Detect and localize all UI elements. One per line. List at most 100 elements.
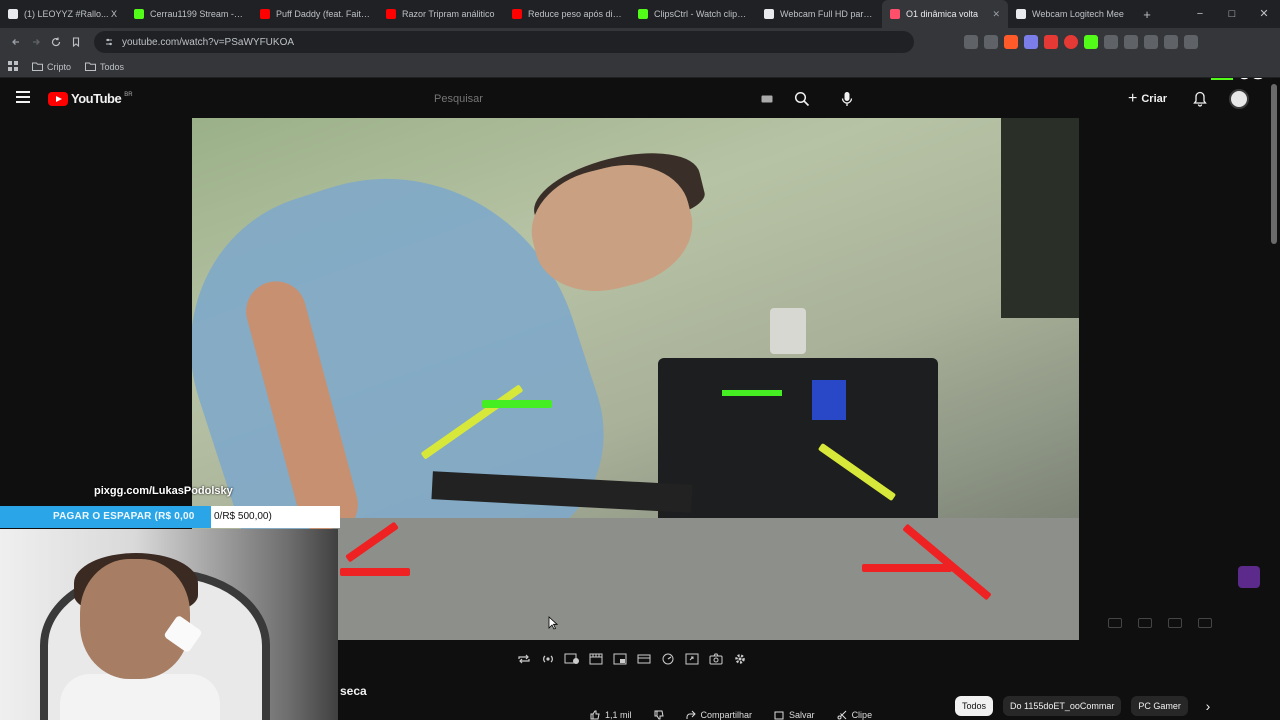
share-button[interactable]: Compartilhar <box>686 710 752 720</box>
bookmark-folder-cripto[interactable]: Cripto <box>32 62 71 72</box>
browser-tab[interactable]: Razor Tripram análitico <box>378 0 504 28</box>
back-button[interactable] <box>6 32 26 52</box>
tab-title: Webcam Logitech Mee <box>1032 9 1124 19</box>
like-count: 1,1 mil <box>605 710 632 720</box>
scissors-icon <box>837 710 846 720</box>
minimize-button[interactable]: − <box>1184 0 1216 28</box>
voice-search-button[interactable] <box>837 89 857 109</box>
profile-icon[interactable] <box>1184 35 1198 49</box>
extension-icon[interactable] <box>1104 35 1118 49</box>
video-scene-led-strip <box>862 564 952 572</box>
browser-tab[interactable]: Webcam Full HD para Vi <box>756 0 882 28</box>
address-bar-row: youtube.com/watch?v=PSaWYFUKOA K 68 <box>0 28 1280 88</box>
video-scene-led-strip <box>340 568 410 576</box>
browser-tab[interactable]: O1 dinâmica volta ✕ <box>882 0 1008 28</box>
settings-gear-icon[interactable] <box>732 652 748 666</box>
site-settings-icon[interactable] <box>104 37 114 47</box>
media-icon[interactable] <box>1164 35 1178 49</box>
video-title: seca <box>340 684 367 698</box>
reload-button[interactable] <box>46 32 66 52</box>
sidebar-icon[interactable] <box>1144 35 1158 49</box>
save-label: Salvar <box>789 710 815 720</box>
fullscreen-icon[interactable] <box>1198 618 1212 628</box>
clip-button[interactable]: Clipe <box>837 710 873 720</box>
miniplayer-icon[interactable] <box>1168 618 1182 628</box>
folder-icon <box>85 62 97 71</box>
extension-icon[interactable] <box>1024 35 1038 49</box>
chip-pc-gamer[interactable]: PC Gamer <box>1131 696 1188 716</box>
speed-icon[interactable] <box>660 652 676 666</box>
tab-favicon-icon <box>638 9 648 19</box>
browser-tab[interactable]: Cerrau1199 Stream - Wa <box>126 0 252 28</box>
tab-favicon-icon <box>764 9 774 19</box>
loop-icon[interactable] <box>516 652 532 666</box>
floating-widget-icon[interactable] <box>1238 566 1260 588</box>
search-input[interactable] <box>424 88 754 110</box>
streamer-webcam <box>0 529 338 720</box>
like-button[interactable]: 1,1 mil <box>590 710 632 720</box>
tab-list: (1) LEOYYZ #Rallo... X Cerrau1199 Stream … <box>0 0 1134 28</box>
chevron-right-icon[interactable]: › <box>1198 696 1218 716</box>
bookmark-label: Todos <box>100 61 125 72</box>
tab-title: ClipsCtrl - Watch clips on <box>654 9 748 19</box>
browser-tab[interactable]: Reduce peso após diuci <box>504 0 630 28</box>
video-scene-case-fan <box>812 380 846 420</box>
share-icon[interactable] <box>984 35 998 49</box>
browser-tab[interactable]: ClipsCtrl - Watch clips on <box>630 0 756 28</box>
menu-icon[interactable] <box>16 91 30 103</box>
extensions-puzzle-icon[interactable] <box>1124 35 1138 49</box>
maximize-button[interactable]: □ <box>1216 0 1248 28</box>
keyboard-icon[interactable] <box>757 89 777 109</box>
search-button[interactable] <box>792 89 812 109</box>
avatar[interactable] <box>1229 89 1249 109</box>
video-settings-icon[interactable] <box>564 652 580 666</box>
reload-icon <box>51 37 61 47</box>
chip-channel[interactable]: Do 1155doET_ooCommar <box>1003 696 1122 716</box>
video-scene-led-strip <box>482 400 552 408</box>
brave-shield-icon[interactable] <box>1004 35 1018 49</box>
extension-icon[interactable] <box>1044 35 1058 49</box>
bookmark-page-button[interactable] <box>66 32 86 52</box>
tab-favicon-icon <box>512 9 522 19</box>
youtube-logo[interactable]: YouTube BR <box>48 91 133 106</box>
bookmark-folder-todos[interactable]: Todos <box>85 62 124 72</box>
autoplay-icon[interactable] <box>1138 618 1152 628</box>
close-window-button[interactable]: ✕ <box>1248 0 1280 28</box>
plus-icon: + <box>1128 90 1138 107</box>
folder-icon <box>32 62 43 71</box>
page-scrollbar[interactable] <box>1271 84 1277 244</box>
browser-tab-strip: (1) LEOYYZ #Rallo... X Cerrau1199 Stream … <box>0 0 1280 28</box>
webcam-shirt <box>60 674 220 720</box>
tab-title: Webcam Full HD para Vi <box>780 9 874 19</box>
apps-grid-icon[interactable] <box>8 60 18 73</box>
picture-in-picture-icon[interactable] <box>612 652 628 666</box>
subtitles-icon[interactable] <box>1108 618 1122 628</box>
save-button[interactable]: Salvar <box>774 710 815 720</box>
player-right-controls <box>1108 618 1212 628</box>
bookmark-label: Cripto <box>47 61 72 72</box>
omnibox[interactable]: youtube.com/watch?v=PSaWYFUKOA <box>94 31 914 53</box>
video-scene-cup <box>770 308 806 354</box>
chip-todos[interactable]: Todos <box>955 696 994 716</box>
create-button[interactable]: + Criar <box>1128 89 1167 109</box>
extension-icon[interactable] <box>1064 35 1078 49</box>
bookmarks-bar: Cripto Todos <box>0 56 1280 78</box>
browser-tab[interactable]: Webcam Logitech Mee <box>1008 0 1134 28</box>
browser-tab[interactable]: (1) LEOYYZ #Rallo... X <box>0 0 126 28</box>
clip-label: Clipe <box>851 710 873 720</box>
extension-icon[interactable] <box>1084 35 1098 49</box>
film-strip-icon[interactable] <box>588 652 604 666</box>
share-screen-icon[interactable] <box>684 652 700 666</box>
forward-button[interactable] <box>26 32 46 52</box>
thumbs-down-icon <box>654 710 664 720</box>
theater-mode-icon[interactable] <box>636 652 652 666</box>
cast-icon[interactable] <box>964 35 978 49</box>
notifications-button[interactable] <box>1190 89 1210 109</box>
mouse-cursor-icon <box>548 616 558 630</box>
screenshot-camera-icon[interactable] <box>708 652 724 666</box>
dislike-button[interactable] <box>654 710 664 720</box>
tab-close-icon[interactable]: ✕ <box>992 9 1000 20</box>
live-broadcast-icon[interactable] <box>540 652 556 666</box>
browser-tab[interactable]: Puff Daddy (feat. Faith E <box>252 0 378 28</box>
new-tab-button[interactable]: + <box>1134 7 1160 22</box>
